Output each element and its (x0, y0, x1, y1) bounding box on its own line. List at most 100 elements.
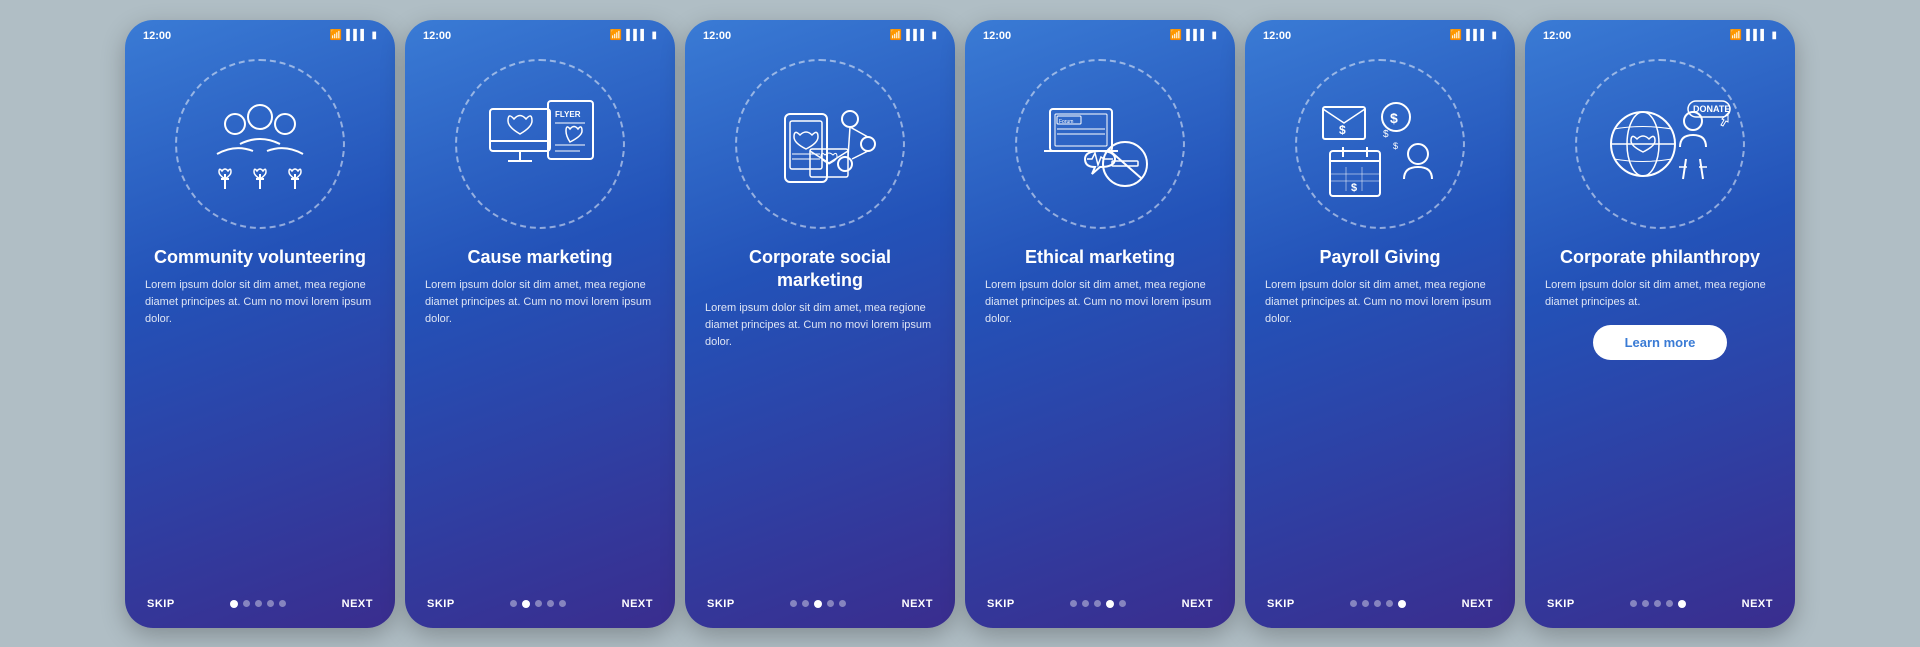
dots-5 (1350, 600, 1406, 608)
dot-6-4 (1678, 600, 1686, 608)
bottom-nav-3: SKIP NEXT (685, 598, 955, 628)
dot-3-4 (839, 600, 846, 607)
phone-screen-4: 12:00 📶 ▌▌▌ ▮ Forum (965, 20, 1235, 628)
dot-1-3 (267, 600, 274, 607)
screen-title-1: Community volunteering (154, 246, 366, 269)
dot-4-4 (1119, 600, 1126, 607)
screens-container: 12:00 📶 ▌▌▌ ▮ (105, 2, 1815, 646)
dot-5-1 (1362, 600, 1369, 607)
status-bar-4: 12:00 📶 ▌▌▌ ▮ (965, 20, 1235, 46)
battery-icon-4: ▮ (1211, 30, 1217, 41)
skip-button-4[interactable]: SKIP (987, 598, 1015, 610)
dot-5-4 (1398, 600, 1406, 608)
signal-icon-2: ▌▌▌ (626, 30, 647, 41)
wifi-icon-2: 📶 (610, 30, 622, 41)
phone-screen-5: 12:00 📶 ▌▌▌ ▮ $ $ (1245, 20, 1515, 628)
next-button-4[interactable]: NEXT (1182, 598, 1213, 610)
status-time-3: 12:00 (703, 30, 731, 42)
screen-body-6: Lorem ipsum dolor sit dim amet, mea regi… (1545, 277, 1775, 311)
battery-icon-5: ▮ (1491, 30, 1497, 41)
bottom-nav-6: SKIP NEXT (1525, 598, 1795, 628)
dot-2-4 (559, 600, 566, 607)
bottom-nav-4: SKIP NEXT (965, 598, 1235, 628)
status-time-1: 12:00 (143, 30, 171, 42)
wifi-icon-6: 📶 (1730, 30, 1742, 41)
dots-2 (510, 600, 566, 608)
signal-icon-6: ▌▌▌ (1746, 30, 1767, 41)
dot-4-1 (1082, 600, 1089, 607)
dot-1-2 (255, 600, 262, 607)
cause-marketing-icon: FLYER (470, 79, 610, 209)
signal-icon: ▌▌▌ (346, 30, 367, 41)
dot-3-0 (790, 600, 797, 607)
svg-text:$: $ (1351, 182, 1357, 194)
battery-icon-2: ▮ (651, 30, 657, 41)
screen-body-2: Lorem ipsum dolor sit dim amet, mea regi… (425, 277, 655, 328)
skip-button-5[interactable]: SKIP (1267, 598, 1295, 610)
screen-title-6: Corporate philanthropy (1560, 246, 1760, 269)
status-bar-3: 12:00 📶 ▌▌▌ ▮ (685, 20, 955, 46)
dot-6-0 (1630, 600, 1637, 607)
wifi-icon-3: 📶 (890, 30, 902, 41)
icon-area-1 (170, 54, 350, 234)
wifi-icon-5: 📶 (1450, 30, 1462, 41)
skip-button-3[interactable]: SKIP (707, 598, 735, 610)
skip-button-6[interactable]: SKIP (1547, 598, 1575, 610)
dots-6 (1630, 600, 1686, 608)
screen-title-4: Ethical marketing (1025, 246, 1175, 269)
dot-2-0 (510, 600, 517, 607)
dot-6-3 (1666, 600, 1673, 607)
dot-1-0 (230, 600, 238, 608)
dot-2-1 (522, 600, 530, 608)
status-bar-5: 12:00 📶 ▌▌▌ ▮ (1245, 20, 1515, 46)
status-time-5: 12:00 (1263, 30, 1291, 42)
next-button-5[interactable]: NEXT (1462, 598, 1493, 610)
icon-area-5: $ $ $ $ $ (1290, 54, 1470, 234)
svg-text:$: $ (1393, 141, 1398, 151)
screen-body-1: Lorem ipsum dolor sit dim amet, mea regi… (145, 277, 375, 328)
status-icons-1: 📶 ▌▌▌ ▮ (330, 30, 377, 41)
skip-button-1[interactable]: SKIP (147, 598, 175, 610)
screen-body-5: Lorem ipsum dolor sit dim amet, mea regi… (1265, 277, 1495, 328)
next-button-2[interactable]: NEXT (622, 598, 653, 610)
screen-title-2: Cause marketing (467, 246, 612, 269)
next-button-3[interactable]: NEXT (902, 598, 933, 610)
svg-text:Forum: Forum (1059, 119, 1073, 125)
status-time-6: 12:00 (1543, 30, 1571, 42)
community-volunteering-icon (195, 79, 325, 209)
dot-6-1 (1642, 600, 1649, 607)
next-button-1[interactable]: NEXT (342, 598, 373, 610)
dot-1-1 (243, 600, 250, 607)
icon-area-6: DONATE (1570, 54, 1750, 234)
dot-5-3 (1386, 600, 1393, 607)
status-icons-4: 📶 ▌▌▌ ▮ (1170, 30, 1217, 41)
learn-more-button[interactable]: Learn more (1593, 325, 1728, 360)
svg-text:DONATE: DONATE (1693, 104, 1730, 114)
status-time-4: 12:00 (983, 30, 1011, 42)
dot-3-2 (814, 600, 822, 608)
dot-1-4 (279, 600, 286, 607)
dot-4-2 (1094, 600, 1101, 607)
icon-area-3 (730, 54, 910, 234)
dot-3-1 (802, 600, 809, 607)
dot-4-0 (1070, 600, 1077, 607)
skip-button-2[interactable]: SKIP (427, 598, 455, 610)
battery-icon: ▮ (371, 30, 377, 41)
dot-5-2 (1374, 600, 1381, 607)
payroll-giving-icon: $ $ $ $ $ (1308, 79, 1453, 209)
phone-screen-6: 12:00 📶 ▌▌▌ ▮ (1525, 20, 1795, 628)
next-button-6[interactable]: NEXT (1742, 598, 1773, 610)
dots-1 (230, 600, 286, 608)
svg-text:$: $ (1383, 129, 1389, 140)
ethical-marketing-icon: Forum (1030, 79, 1170, 209)
dot-4-3 (1106, 600, 1114, 608)
battery-icon-3: ▮ (931, 30, 937, 41)
screen-body-4: Lorem ipsum dolor sit dim amet, mea regi… (985, 277, 1215, 328)
status-bar-2: 12:00 📶 ▌▌▌ ▮ (405, 20, 675, 46)
phone-screen-1: 12:00 📶 ▌▌▌ ▮ (125, 20, 395, 628)
phone-screen-2: 12:00 📶 ▌▌▌ ▮ FLYER (405, 20, 675, 628)
dot-2-3 (547, 600, 554, 607)
svg-text:FLYER: FLYER (555, 110, 581, 119)
icon-area-2: FLYER (450, 54, 630, 234)
icon-area-4: Forum (1010, 54, 1190, 234)
